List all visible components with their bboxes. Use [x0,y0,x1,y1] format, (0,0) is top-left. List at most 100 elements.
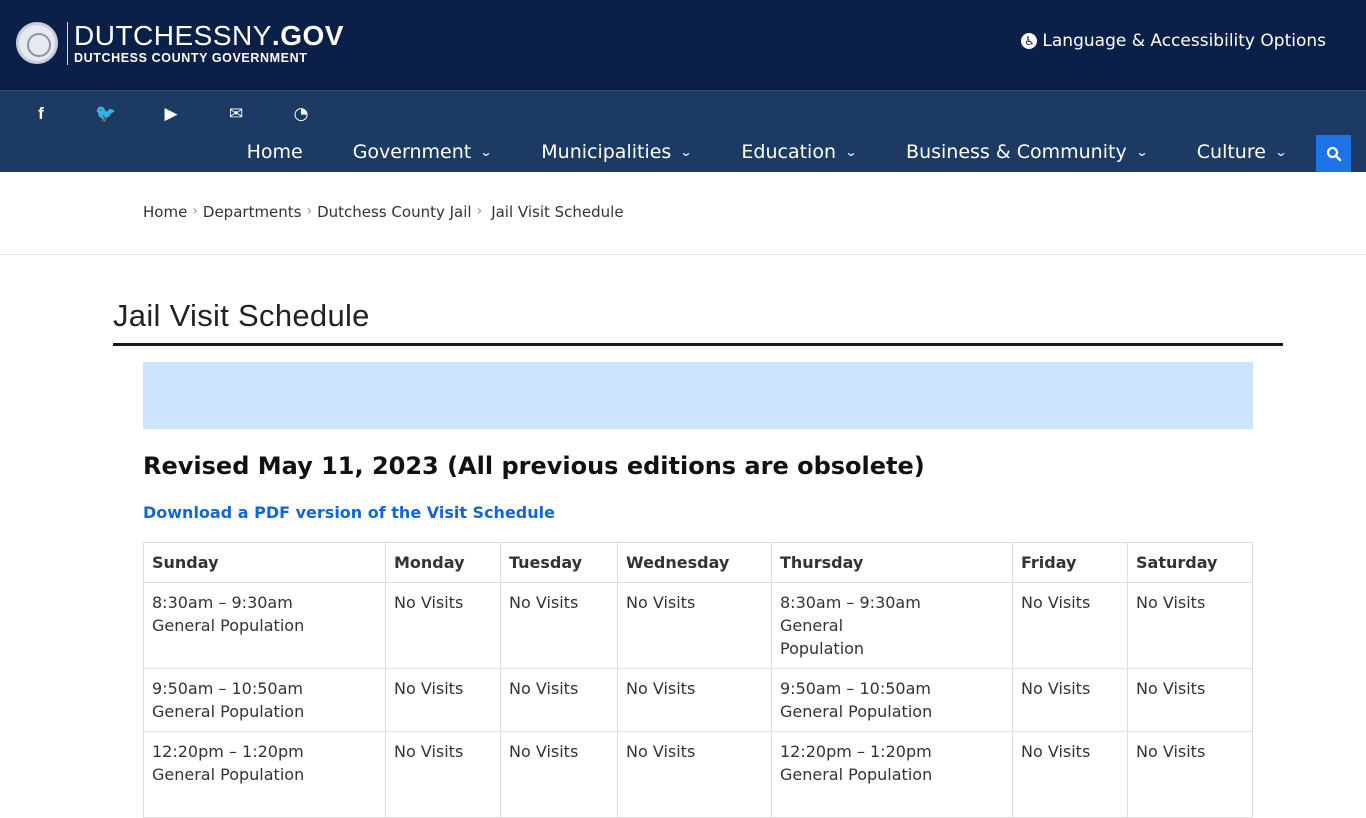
cell-type: General Population [780,702,933,721]
table-cell: No Visits [385,668,501,732]
cell-time: No Visits [1021,742,1091,761]
logo-subtitle: DUTCHESS COUNTY GOVERNMENT [74,51,308,65]
table-cell: 9:50am – 10:50am General Population [771,668,1013,732]
nav-government-label: Government [352,141,472,163]
cell-time: No Visits [394,593,464,612]
main-menu: Home Government ⌄ Municipalities ⌄ Educati… [197,141,1288,163]
facebook-icon[interactable]: f [30,103,52,125]
twitter-icon[interactable]: 🐦 [95,103,117,125]
table-cell: No Visits [1012,731,1128,818]
cell-time: No Visits [626,742,696,761]
header-saturday: Saturday [1127,542,1253,583]
logo-main-text: DUTCHESSNY.GOV [74,20,344,51]
nav-business-label: Business & Community [906,141,1127,163]
table-cell: No Visits [1012,582,1128,669]
nav-culture-label: Culture [1196,141,1266,163]
header-tuesday: Tuesday [500,542,618,583]
table-cell: No Visits [617,731,772,818]
breadcrumb-departments[interactable]: Departments [203,203,302,221]
language-accessibility-label: Language & Accessibility Options [1042,31,1326,51]
info-alert-box [143,362,1253,429]
table-cell: No Visits [1012,668,1128,732]
header-friday: Friday [1012,542,1128,583]
table-cell: 9:50am – 10:50am General Population [143,668,386,732]
cell-time: No Visits [1136,679,1206,698]
page-title: Jail Visit Schedule [113,298,1283,346]
breadcrumb-bar: Home › Departments › Dutchess County Jai… [0,172,1366,255]
search-button[interactable] [1316,135,1351,172]
download-pdf-link[interactable]: Download a PDF version of the Visit Sche… [143,503,555,522]
cell-time: No Visits [1021,679,1091,698]
logo-text: DUTCHESSNY.GOV DUTCHESS COUNTY GOVERNMEN… [67,22,344,65]
language-accessibility-link[interactable]: ♿ Language & Accessibility Options [1021,31,1326,51]
breadcrumb: Home › Departments › Dutchess County Jai… [143,203,624,221]
envelope-icon[interactable]: ✉ [225,103,247,125]
cell-type: General Population [780,765,933,784]
cell-type: General Population [152,616,305,635]
cell-time: No Visits [509,742,579,761]
nav-education-label: Education [741,141,836,163]
header-monday: Monday [385,542,501,583]
breadcrumb-home[interactable]: Home [143,203,187,221]
chevron-down-icon: ⌄ [479,145,493,159]
cell-type: General Population [152,702,305,721]
nav-home-label: Home [246,141,303,163]
cell-time: No Visits [1021,593,1091,612]
header-wednesday: Wednesday [617,542,772,583]
nav-education[interactable]: Education ⌄ [741,141,858,163]
site-logo[interactable]: DUTCHESSNY.GOV DUTCHESS COUNTY GOVERNMEN… [16,22,344,65]
cell-time: 12:20pm – 1:20pm [780,742,932,761]
table-cell: No Visits [500,668,618,732]
cell-type: Population [780,639,865,658]
nav-municipalities[interactable]: Municipalities ⌄ [541,141,693,163]
table-cell: No Visits [500,582,618,669]
cell-time: No Visits [509,593,579,612]
table-cell: No Visits [617,582,772,669]
social-links: f 🐦 ▶ ✉ ◔ [30,103,355,125]
chevron-right-icon: › [476,203,483,219]
county-seal-icon [16,22,58,64]
rss-icon[interactable]: ◔ [290,103,312,125]
nav-municipalities-label: Municipalities [541,141,672,163]
breadcrumb-jail[interactable]: Dutchess County Jail [317,203,471,221]
table-cell: 8:30am – 9:30am General Population [143,582,386,669]
table-row: 9:50am – 10:50am General Population No Vi… [143,668,1253,732]
chevron-right-icon: › [306,203,313,219]
cell-time: No Visits [1136,593,1206,612]
table-cell: No Visits [500,731,618,818]
cell-time: 8:30am – 9:30am [152,593,293,612]
cell-time: 12:20pm – 1:20pm [152,742,304,761]
table-cell: No Visits [385,582,501,669]
chevron-down-icon: ⌄ [844,145,858,159]
cell-type: General Population [152,765,305,784]
breadcrumb-current: Jail Visit Schedule [491,203,624,221]
header-thursday: Thursday [771,542,1013,583]
cell-time: 9:50am – 10:50am [152,679,303,698]
nav-culture[interactable]: Culture ⌄ [1196,141,1288,163]
table-cell: No Visits [1127,731,1253,818]
nav-business-community[interactable]: Business & Community ⌄ [906,141,1148,163]
site-header: DUTCHESSNY.GOV DUTCHESS COUNTY GOVERNMEN… [0,0,1366,90]
nav-home[interactable]: Home [247,141,303,163]
cell-time: 9:50am – 10:50am [780,679,931,698]
cell-time: 8:30am – 9:30am [780,593,921,612]
cell-time: No Visits [1136,742,1206,761]
chevron-down-icon: ⌄ [679,145,693,159]
table-cell: 12:20pm – 1:20pm General Population [143,731,386,818]
table-cell: No Visits [1127,582,1253,669]
accessibility-icon: ♿ [1021,33,1038,49]
cell-time: No Visits [394,679,464,698]
table-row: 8:30am – 9:30am General Population No Vis… [143,582,1253,669]
cell-time: No Visits [509,679,579,698]
table-header-row: Sunday Monday Tuesday Wednesday Thursday… [143,542,1253,583]
cell-time: No Visits [394,742,464,761]
main-navigation-bar: f 🐦 ▶ ✉ ◔ Home Government ⌄ Municipalitie… [0,90,1366,172]
table-row: 12:20pm – 1:20pm General Population No Vi… [143,731,1253,818]
nav-government[interactable]: Government ⌄ [352,141,493,163]
cell-time: No Visits [626,593,696,612]
youtube-icon[interactable]: ▶ [160,103,182,125]
table-cell: 8:30am – 9:30am General Population [771,582,1013,669]
visit-schedule-table: Sunday Monday Tuesday Wednesday Thursday… [143,542,1253,818]
revised-heading: Revised May 11, 2023 (All previous editi… [143,452,925,480]
search-icon [1326,146,1341,161]
